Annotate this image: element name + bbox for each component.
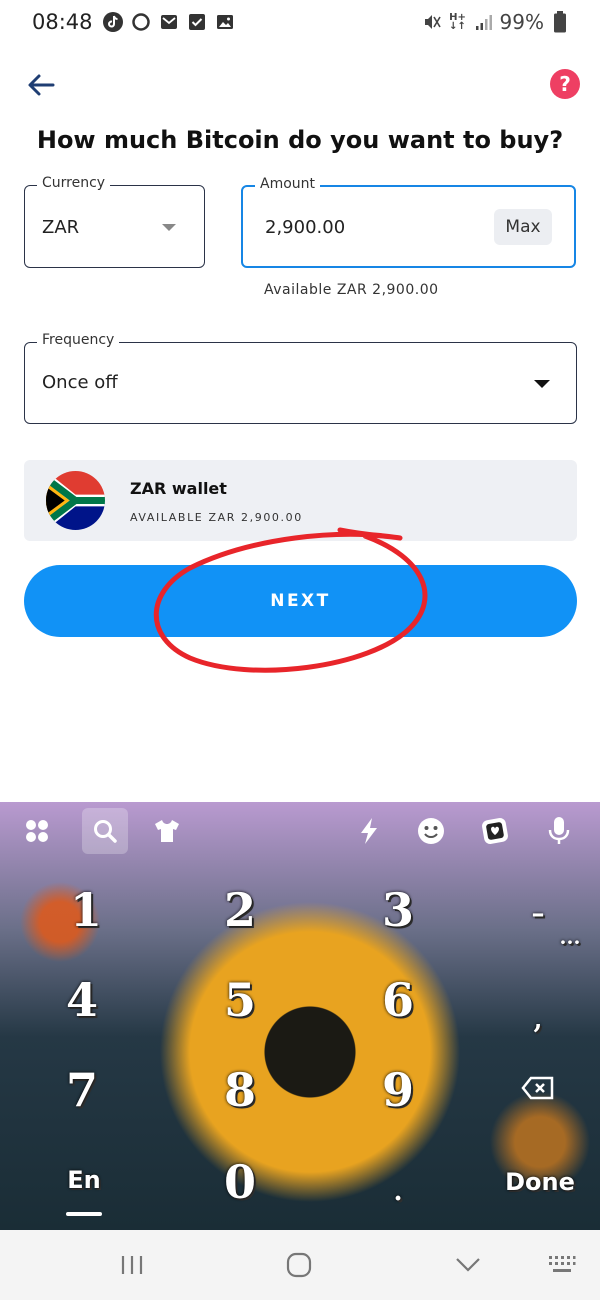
emoji-icon[interactable] xyxy=(414,814,448,848)
frequency-label: Frequency xyxy=(37,332,120,348)
keyboard-switch-icon[interactable] xyxy=(542,1250,582,1280)
language-indicator xyxy=(66,1212,102,1216)
more-icon[interactable]: ··· xyxy=(540,902,600,982)
key-5[interactable]: 5 xyxy=(200,960,280,1040)
key-1[interactable]: 1 xyxy=(46,870,126,950)
wallet-available: AVAILABLE ZAR 2,900.00 xyxy=(130,511,303,524)
chevron-down-icon xyxy=(162,224,176,231)
status-bar: 08:48 H+ ↓↑ 99% xyxy=(0,0,600,44)
amount-value[interactable]: 2,900.00 xyxy=(265,217,345,238)
language-key[interactable]: En xyxy=(44,1140,124,1220)
available-balance: Available ZAR 2,900.00 xyxy=(264,282,439,298)
chevron-down-icon xyxy=(534,380,550,388)
done-key[interactable]: Done xyxy=(490,1142,590,1222)
mail-icon xyxy=(159,12,179,32)
page-title: How much Bitcoin do you want to buy? xyxy=(36,126,564,154)
key-2[interactable]: 2 xyxy=(200,870,280,950)
south-africa-flag-icon xyxy=(46,471,105,530)
key-7[interactable]: 7 xyxy=(42,1050,122,1130)
apps-icon[interactable] xyxy=(20,814,54,848)
mic-icon[interactable] xyxy=(542,814,576,848)
lightning-icon[interactable] xyxy=(352,814,386,848)
next-button[interactable]: NEXT xyxy=(24,565,577,637)
battery-icon xyxy=(550,11,570,33)
help-button[interactable]: ? xyxy=(550,69,580,99)
key-9[interactable]: 9 xyxy=(358,1050,438,1130)
image-icon xyxy=(215,12,235,32)
home-icon[interactable] xyxy=(279,1250,319,1280)
backspace-icon[interactable] xyxy=(498,1048,578,1128)
amount-field[interactable]: Amount 2,900.00 Max xyxy=(241,176,576,268)
help-icon: ? xyxy=(559,72,571,96)
signal-icon xyxy=(474,12,494,32)
keyboard: 1 2 3 – ··· 4 5 6 , 7 8 9 En 0 . Done xyxy=(0,802,600,1230)
status-time: 08:48 xyxy=(32,10,93,34)
key-8[interactable]: 8 xyxy=(200,1050,280,1130)
search-icon[interactable] xyxy=(82,808,128,854)
checkbox-icon xyxy=(187,12,207,32)
back-button[interactable] xyxy=(24,68,58,102)
chevron-down-icon[interactable] xyxy=(448,1250,488,1280)
circle-icon xyxy=(131,12,151,32)
currency-label: Currency xyxy=(37,175,111,191)
tiktok-icon xyxy=(102,12,123,32)
navigation-bar xyxy=(0,1230,600,1300)
currency-value: ZAR xyxy=(42,217,80,238)
wallet-name: ZAR wallet xyxy=(130,479,227,498)
mute-icon xyxy=(422,12,442,32)
amount-label: Amount xyxy=(255,176,321,192)
currency-select[interactable]: Currency ZAR xyxy=(24,175,205,268)
max-button[interactable]: Max xyxy=(494,209,552,245)
key-dot[interactable]: . xyxy=(358,1152,438,1230)
wallet-card[interactable]: ZAR wallet AVAILABLE ZAR 2,900.00 xyxy=(24,460,577,541)
frequency-select[interactable]: Frequency Once off xyxy=(24,332,577,424)
arrow-left-icon xyxy=(28,74,55,96)
network-type-icon: H+ ↓↑ xyxy=(449,12,466,32)
key-4[interactable]: 4 xyxy=(42,960,122,1040)
recent-apps-icon[interactable] xyxy=(112,1250,152,1280)
sticker-icon[interactable] xyxy=(478,814,512,848)
keyboard-toolbar xyxy=(0,802,600,862)
shirt-icon[interactable] xyxy=(150,814,184,848)
key-3[interactable]: 3 xyxy=(358,870,438,950)
battery-percent: 99% xyxy=(499,10,544,34)
frequency-value: Once off xyxy=(42,372,118,393)
key-6[interactable]: 6 xyxy=(358,960,438,1040)
key-0[interactable]: 0 xyxy=(200,1142,280,1222)
